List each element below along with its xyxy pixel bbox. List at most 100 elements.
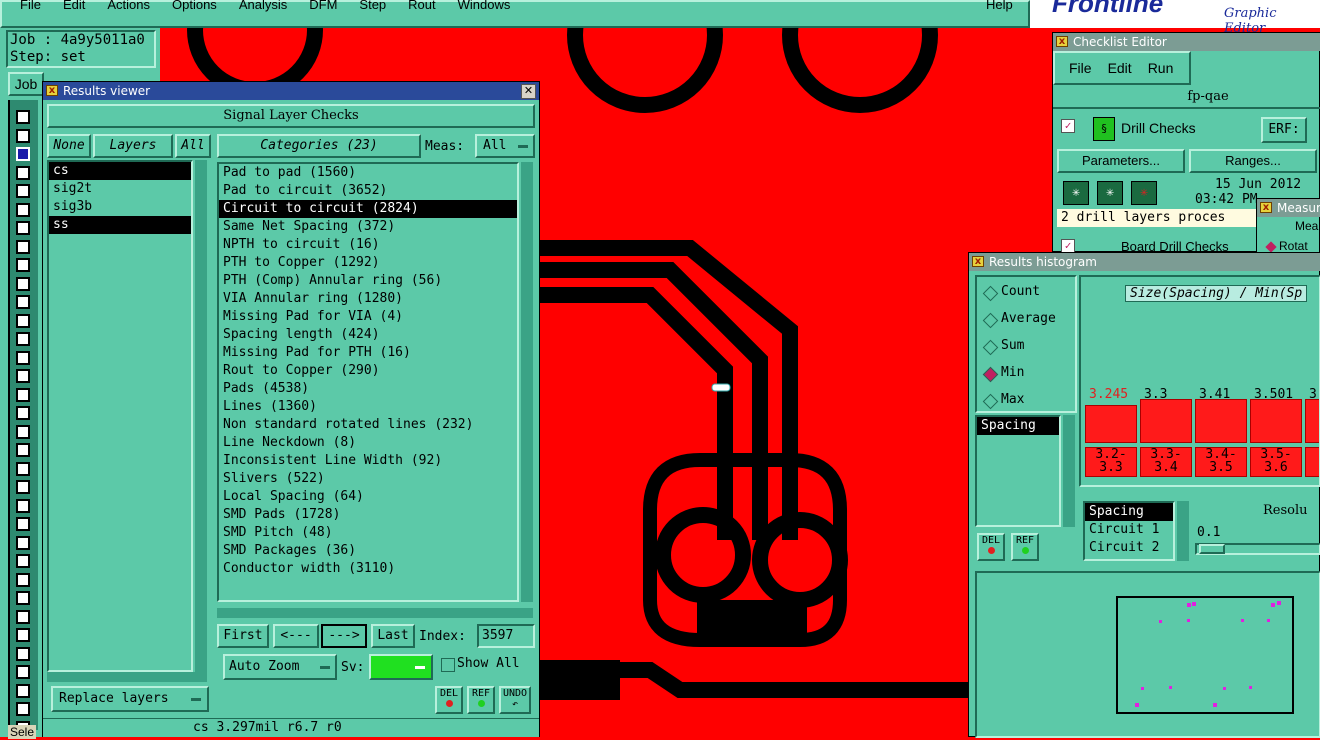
category-item[interactable]: Pad to circuit (3652)	[219, 182, 517, 200]
metric-scrollbar[interactable]	[1063, 415, 1075, 527]
job-button[interactable]: Job	[8, 72, 44, 96]
tool-toggle[interactable]	[16, 295, 30, 309]
tool-toggle[interactable]	[16, 517, 30, 531]
tool-toggle[interactable]	[16, 239, 30, 254]
category-item[interactable]: Non standard rotated lines (232)	[219, 416, 517, 434]
checklist-menu-run[interactable]: Run	[1148, 53, 1174, 83]
radio-sum[interactable]	[982, 339, 999, 356]
histogram-hscrollbar[interactable]	[1083, 485, 1320, 487]
category-item[interactable]: Line Neckdown (8)	[219, 434, 517, 452]
tool-toggle[interactable]	[16, 258, 30, 272]
option-count[interactable]: Count	[1001, 284, 1040, 299]
menu-options[interactable]: Options	[172, 0, 217, 12]
resolution-slider[interactable]	[1195, 543, 1320, 555]
series-scrollbar[interactable]	[1177, 501, 1189, 561]
menu-analysis[interactable]: Analysis	[239, 0, 287, 12]
metric-list[interactable]: Spacing	[975, 415, 1061, 527]
category-item[interactable]: Missing Pad for PTH (16)	[219, 344, 517, 362]
category-item[interactable]: Same Net Spacing (372)	[219, 218, 517, 236]
histogram-titlebar[interactable]: x Results histogram	[969, 253, 1320, 271]
tool-toggle[interactable]	[16, 554, 30, 568]
tool-toggle[interactable]	[16, 535, 30, 550]
category-item[interactable]: Conductor width (3110)	[219, 560, 517, 578]
menu-actions[interactable]: Actions	[107, 0, 150, 12]
histogram-bar[interactable]	[1085, 405, 1137, 443]
histogram-bar[interactable]	[1195, 399, 1247, 443]
menu-dfm[interactable]: DFM	[309, 0, 337, 12]
option-max[interactable]: Max	[1001, 392, 1024, 407]
layers-scrollbar[interactable]	[195, 160, 207, 672]
category-item[interactable]: VIA Annular ring (1280)	[219, 290, 517, 308]
window-menu-icon[interactable]: x	[46, 85, 58, 96]
tool-toggle[interactable]	[16, 369, 30, 383]
series-item[interactable]: Circuit 2	[1085, 539, 1173, 557]
run-icon[interactable]: ✳	[1063, 181, 1089, 205]
tool-toggle[interactable]	[16, 313, 30, 328]
layers-all-button[interactable]: All	[175, 134, 211, 158]
ranges-button[interactable]: Ranges...	[1189, 149, 1317, 173]
tool-toggle[interactable]	[16, 165, 30, 180]
checklist-titlebar[interactable]: x Checklist Editor	[1053, 33, 1320, 51]
menu-step[interactable]: Step	[359, 0, 386, 12]
tool-toggle[interactable]	[16, 110, 30, 124]
measure-titlebar[interactable]: x Measur	[1257, 199, 1320, 217]
next-button[interactable]: --->	[321, 624, 367, 648]
category-item[interactable]: Missing Pad for VIA (4)	[219, 308, 517, 326]
overview-map[interactable]	[975, 571, 1320, 738]
tool-toggle[interactable]	[16, 221, 30, 235]
categories-hscrollbar[interactable]	[217, 608, 533, 618]
layer-item[interactable]: ss	[49, 216, 191, 234]
checklist-menu-edit[interactable]: Edit	[1108, 53, 1132, 83]
categories-list[interactable]: Pad to pad (1560) Pad to circuit (3652) Ci…	[217, 162, 519, 602]
series-list[interactable]: Spacing Circuit 1 Circuit 2	[1083, 501, 1175, 561]
parameters-button[interactable]: Parameters...	[1057, 149, 1185, 173]
option-average[interactable]: Average	[1001, 311, 1056, 326]
category-item[interactable]: Lines (1360)	[219, 398, 517, 416]
category-item[interactable]: Slivers (522)	[219, 470, 517, 488]
tool-toggle[interactable]	[16, 683, 30, 698]
layer-item[interactable]: cs	[49, 162, 191, 180]
auto-zoom-select[interactable]: Auto Zoom	[223, 654, 337, 680]
window-menu-icon[interactable]: x	[1056, 36, 1068, 47]
tool-toggle[interactable]	[16, 276, 30, 291]
tool-toggle[interactable]	[16, 498, 30, 513]
hist-del-button[interactable]: DEL	[977, 533, 1005, 561]
check-flag-icon[interactable]: ✓	[1061, 119, 1075, 133]
run-icon[interactable]: ✳	[1097, 181, 1123, 205]
layer-item[interactable]: sig3b	[49, 198, 191, 216]
radio-max[interactable]	[982, 393, 999, 410]
category-item[interactable]: PTH to Copper (1292)	[219, 254, 517, 272]
hist-ref-button[interactable]: REF	[1011, 533, 1039, 561]
category-item[interactable]: Spacing length (424)	[219, 326, 517, 344]
tool-toggle[interactable]	[16, 147, 30, 161]
meas-select[interactable]: All	[475, 134, 535, 158]
category-item[interactable]: SMD Pads (1728)	[219, 506, 517, 524]
tool-toggle[interactable]	[16, 646, 30, 661]
check-flag-icon[interactable]: ✓	[1061, 239, 1075, 253]
ref-button[interactable]: REF	[467, 686, 495, 714]
category-item[interactable]: Pads (4538)	[219, 380, 517, 398]
results-viewer-titlebar[interactable]: x Results viewer ✕	[43, 82, 539, 100]
category-item[interactable]: SMD Packages (36)	[219, 542, 517, 560]
tool-toggle[interactable]	[16, 665, 30, 679]
window-menu-icon[interactable]: x	[972, 256, 984, 267]
tool-toggle[interactable]	[16, 461, 30, 476]
series-item[interactable]: Circuit 1	[1085, 521, 1173, 539]
categories-scrollbar[interactable]	[521, 162, 533, 602]
tool-toggle[interactable]	[16, 387, 30, 402]
layers-list[interactable]: cs sig2t sig3b ss	[47, 160, 193, 672]
tool-toggle[interactable]	[16, 424, 30, 439]
option-min[interactable]: Min	[1001, 365, 1024, 380]
option-sum[interactable]: Sum	[1001, 338, 1024, 353]
tool-toggle[interactable]	[16, 480, 30, 494]
sv-color-select[interactable]	[369, 654, 433, 680]
menu-windows[interactable]: Windows	[458, 0, 511, 12]
del-button[interactable]: DEL	[435, 686, 463, 714]
layers-hscrollbar[interactable]	[47, 672, 207, 682]
category-item[interactable]: Rout to Copper (290)	[219, 362, 517, 380]
tool-toggle[interactable]	[16, 572, 30, 587]
category-item[interactable]: Inconsistent Line Width (92)	[219, 452, 517, 470]
tool-toggle[interactable]	[16, 406, 30, 420]
tool-toggle[interactable]	[16, 443, 30, 457]
menu-edit[interactable]: Edit	[63, 0, 85, 12]
